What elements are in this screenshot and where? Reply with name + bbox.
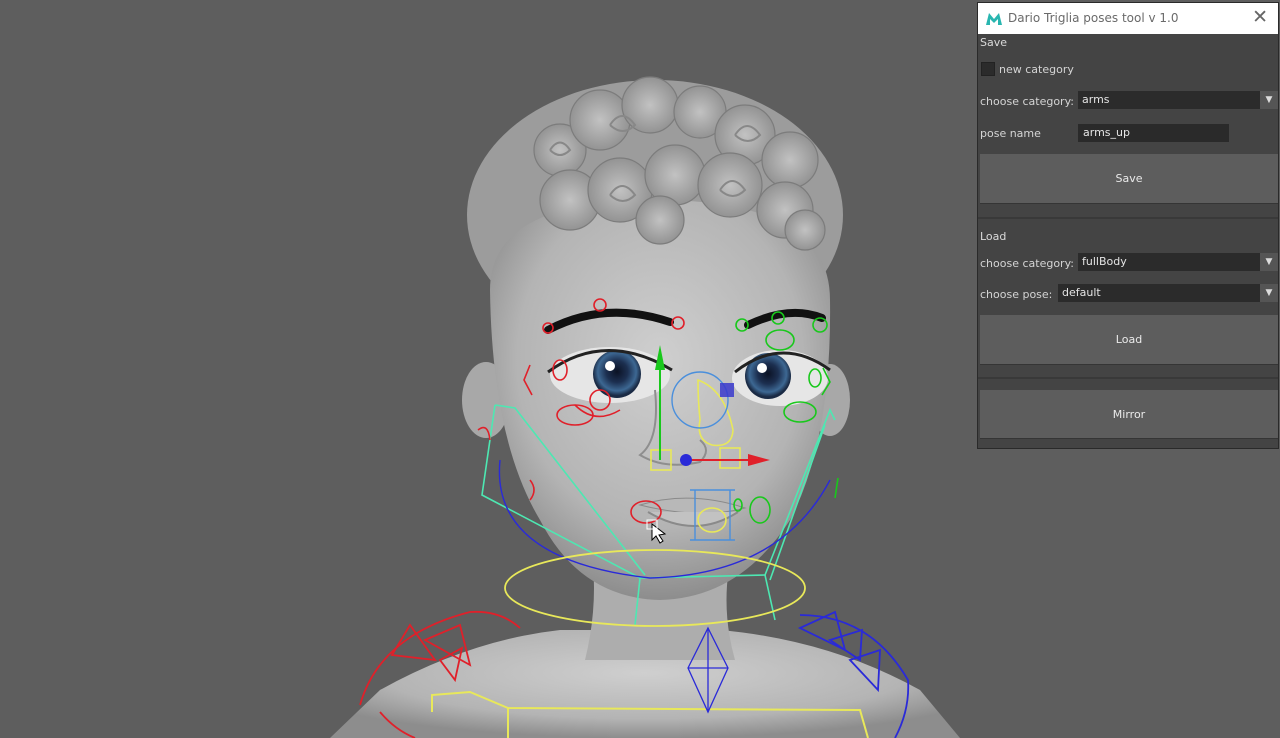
save-button[interactable]: Save bbox=[980, 154, 1278, 204]
load-category-value: fullBody bbox=[1082, 255, 1127, 268]
mirror-button[interactable]: Mirror bbox=[980, 390, 1278, 439]
load-button[interactable]: Load bbox=[980, 315, 1278, 365]
save-category-value: arms bbox=[1082, 93, 1110, 106]
character-curls bbox=[533, 76, 826, 251]
save-section-header: Save bbox=[980, 36, 1008, 49]
chevron-down-icon: ▼ bbox=[1260, 253, 1278, 271]
load-choose-category-label: choose category: bbox=[980, 257, 1074, 270]
pose-dropdown[interactable]: default ▼ bbox=[1058, 284, 1278, 302]
pose-value: default bbox=[1062, 286, 1101, 299]
pose-name-input[interactable] bbox=[1078, 124, 1229, 142]
divider bbox=[978, 217, 1278, 219]
save-category-dropdown[interactable]: arms ▼ bbox=[1078, 91, 1278, 109]
close-icon[interactable]: ✕ bbox=[1252, 6, 1268, 28]
divider bbox=[978, 377, 1278, 379]
title-bar[interactable]: Dario Triglia poses tool v 1.0 ✕ bbox=[978, 3, 1278, 34]
load-section-header: Load bbox=[980, 230, 1007, 243]
load-category-dropdown[interactable]: fullBody ▼ bbox=[1078, 253, 1278, 271]
poses-tool-window[interactable]: Dario Triglia poses tool v 1.0 ✕ Save ne… bbox=[977, 2, 1279, 449]
window-title: Dario Triglia poses tool v 1.0 bbox=[1008, 11, 1179, 25]
pose-name-label: pose name bbox=[980, 127, 1041, 140]
chevron-down-icon: ▼ bbox=[1260, 91, 1278, 109]
maya-icon bbox=[986, 13, 1002, 25]
chevron-down-icon: ▼ bbox=[1260, 284, 1278, 302]
save-choose-category-label: choose category: bbox=[980, 95, 1074, 108]
new-category-checkbox[interactable] bbox=[981, 62, 995, 76]
new-category-label: new category bbox=[999, 63, 1074, 76]
choose-pose-label: choose pose: bbox=[980, 288, 1053, 301]
